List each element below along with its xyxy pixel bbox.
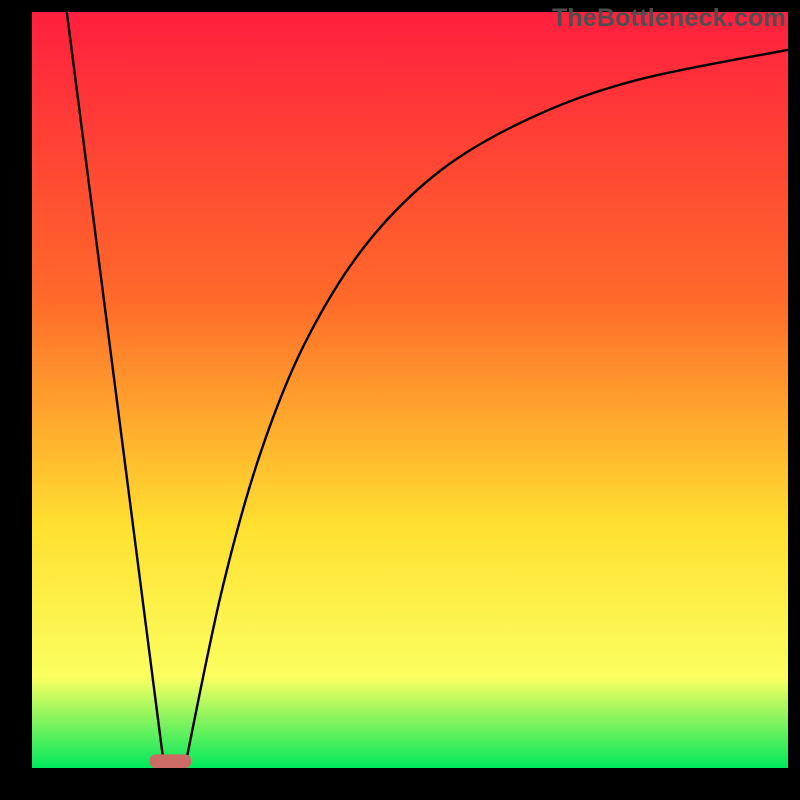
gradient-background [32, 12, 788, 768]
optimal-marker [150, 754, 192, 768]
bottleneck-chart [0, 0, 800, 800]
watermark-text: TheBottleneck.com [552, 4, 786, 33]
chart-frame: TheBottleneck.com [0, 0, 800, 800]
